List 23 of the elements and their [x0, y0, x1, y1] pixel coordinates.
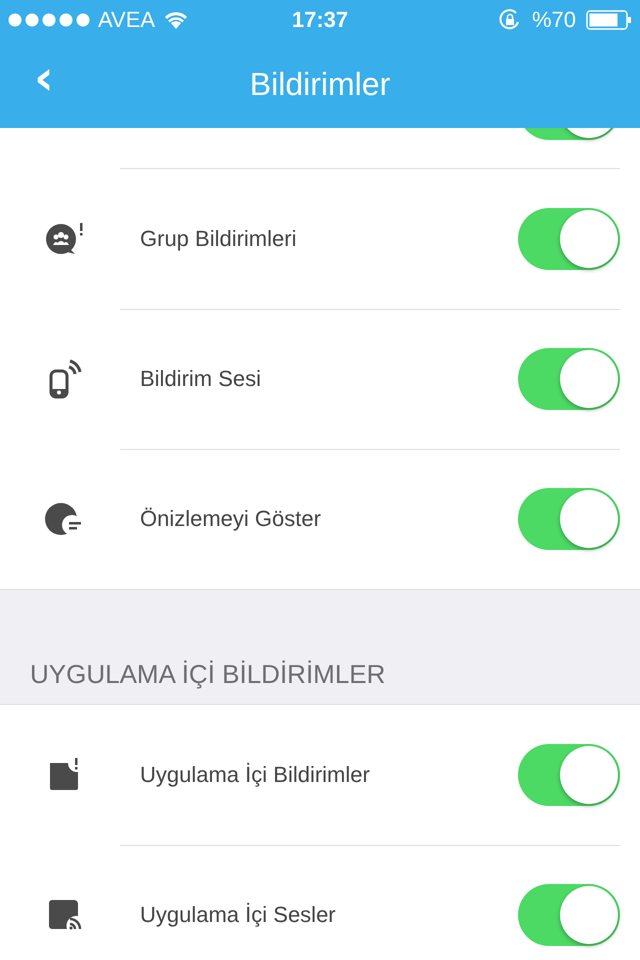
- setting-label: Bildirim Sesi: [140, 366, 262, 392]
- section-header: UYGULAMA İÇİ BİLDİRİMLER: [30, 659, 386, 690]
- carrier-name: AVEA: [98, 7, 156, 33]
- setting-label: Uygulama İçi Bildirimler: [140, 762, 371, 788]
- group-chat-icon: [45, 222, 85, 256]
- setting-label: Uygulama İçi Sesler: [140, 902, 337, 928]
- clock-time: 17:37: [292, 7, 348, 33]
- wifi-icon: [163, 10, 190, 30]
- battery-icon: [586, 10, 632, 30]
- toggle-switch[interactable]: [518, 208, 620, 270]
- setting-label: Önizlemeyi Göster: [140, 506, 322, 532]
- back-button[interactable]: ‹: [26, 54, 62, 102]
- toggle-switch[interactable]: [518, 488, 620, 550]
- rotation-lock-icon: [498, 8, 522, 32]
- signal-icon: [8, 13, 90, 27]
- toggle-switch[interactable]: [518, 884, 620, 946]
- battery-percent: %70: [532, 7, 576, 33]
- toggle-switch[interactable]: [518, 348, 620, 410]
- app-sound-icon: [48, 899, 82, 931]
- toggle-switch[interactable]: [518, 744, 620, 806]
- setting-label: Grup Bildirimleri: [140, 226, 298, 252]
- screen-title: Bildirimler: [250, 66, 390, 102]
- phone-signal-icon: [48, 359, 82, 399]
